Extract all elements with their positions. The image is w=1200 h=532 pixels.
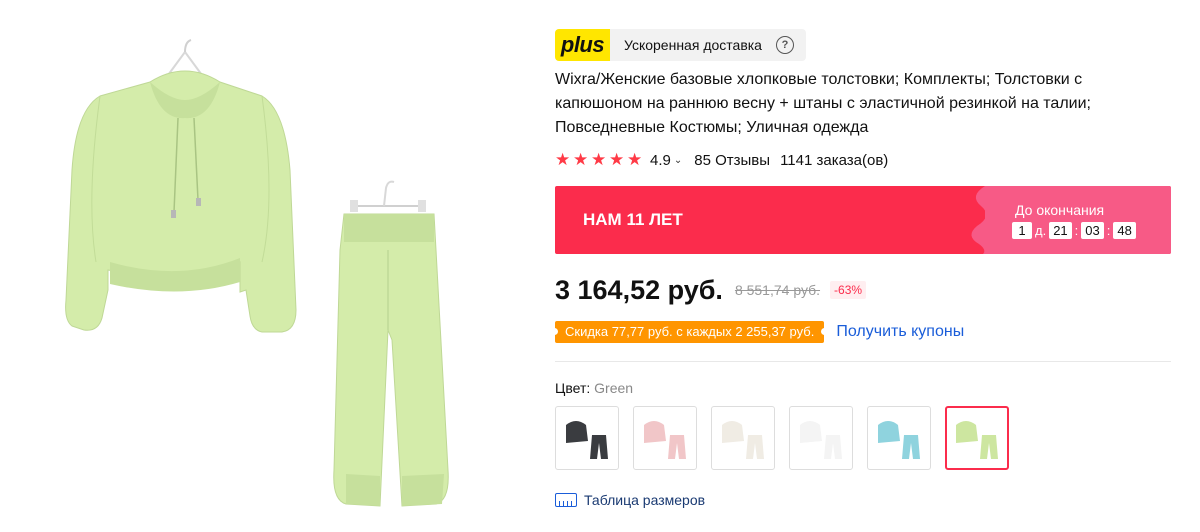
- time-separator: :: [1074, 223, 1079, 238]
- countdown-days: 1: [1012, 222, 1032, 239]
- star-icon: ★: [627, 150, 643, 169]
- swatch-cream[interactable]: [711, 406, 775, 470]
- delivery-row[interactable]: plus Ускоренная доставка ?: [555, 29, 806, 61]
- chevron-down-icon[interactable]: ⌄: [674, 155, 682, 166]
- delivery-chip: Ускоренная доставка ?: [610, 29, 806, 61]
- swatch-thumbnail: [722, 421, 764, 459]
- promo-banner: НАМ 11 ЛЕТ До окончания 1 д. 21 : 03 : 4…: [555, 186, 1171, 254]
- swatch-thumbnail: [644, 421, 686, 459]
- swatch-thumbnail: [566, 421, 608, 459]
- swatch-pink[interactable]: [633, 406, 697, 470]
- star-icon: ★: [609, 150, 625, 169]
- old-price: 8 551,74 руб.: [734, 282, 821, 298]
- swatch-thumbnail: [956, 421, 998, 459]
- rating-value[interactable]: 4.9: [650, 152, 671, 169]
- rating-stars: ★ ★ ★ ★ ★: [555, 150, 643, 169]
- days-unit: д.: [1035, 223, 1047, 238]
- coupon-row: Скидка 77,77 руб. с каждых 2 255,37 руб.…: [550, 320, 964, 344]
- swatch-thumbnail: [878, 421, 920, 459]
- current-price: 3 164,52 руб.: [555, 274, 723, 305]
- countdown-minutes: 03: [1081, 222, 1104, 239]
- promo-label: НАМ 11 ЛЕТ: [583, 210, 683, 229]
- price-row: 3 164,52 руб. 8 551,74 руб. -63%: [555, 272, 867, 308]
- color-value: Green: [594, 380, 634, 396]
- reviews-link[interactable]: 85 Отзывы: [694, 152, 770, 169]
- divider: [555, 361, 1171, 362]
- plus-badge: plus: [555, 29, 610, 61]
- swatch-thumbnail: [800, 421, 842, 459]
- swatch-blue[interactable]: [867, 406, 931, 470]
- wave-edge: [971, 186, 1007, 254]
- countdown-timer: 1 д. 21 : 03 : 48: [1009, 222, 1139, 239]
- color-label: Цвет:: [555, 380, 591, 396]
- star-icon: ★: [555, 150, 571, 169]
- swatch-green[interactable]: [945, 406, 1009, 470]
- swatch-black[interactable]: [555, 406, 619, 470]
- product-photo: [65, 39, 449, 507]
- coupon-tag: Скидка 77,77 руб. с каждых 2 255,37 руб.: [550, 321, 829, 343]
- countdown-hours: 21: [1049, 222, 1072, 239]
- product-image[interactable]: [0, 0, 540, 527]
- countdown-title: До окончания: [1015, 202, 1105, 218]
- star-icon: ★: [591, 150, 607, 169]
- time-separator: :: [1106, 223, 1111, 238]
- product-info: plus Ускоренная доставка ? Wixra/Женские…: [550, 0, 1175, 527]
- orders-count: 1141 заказа(ов): [780, 151, 889, 169]
- rating-row: ★ ★ ★ ★ ★ 4.9 ⌄ 85 Отзывы 1141 заказа(ов…: [555, 148, 888, 172]
- size-table-link[interactable]: Таблица размеров: [555, 492, 705, 508]
- color-label-row: Цвет: Green: [555, 380, 633, 396]
- product-title: Wixra/Женские базовые хлопковые толстовк…: [555, 71, 1091, 136]
- countdown-panel: До окончания 1 д. 21 : 03 : 48: [971, 186, 1171, 254]
- swatch-white[interactable]: [789, 406, 853, 470]
- ruler-icon: [555, 493, 577, 507]
- discount-badge: -63%: [830, 281, 867, 299]
- get-coupons-link[interactable]: Получить купоны: [836, 323, 964, 341]
- delivery-text: Ускоренная доставка: [624, 37, 762, 53]
- star-icon: ★: [573, 150, 589, 169]
- color-swatches: [555, 406, 1009, 470]
- help-icon[interactable]: ?: [775, 36, 794, 54]
- countdown-seconds: 48: [1113, 222, 1136, 239]
- size-table-label: Таблица размеров: [584, 492, 706, 508]
